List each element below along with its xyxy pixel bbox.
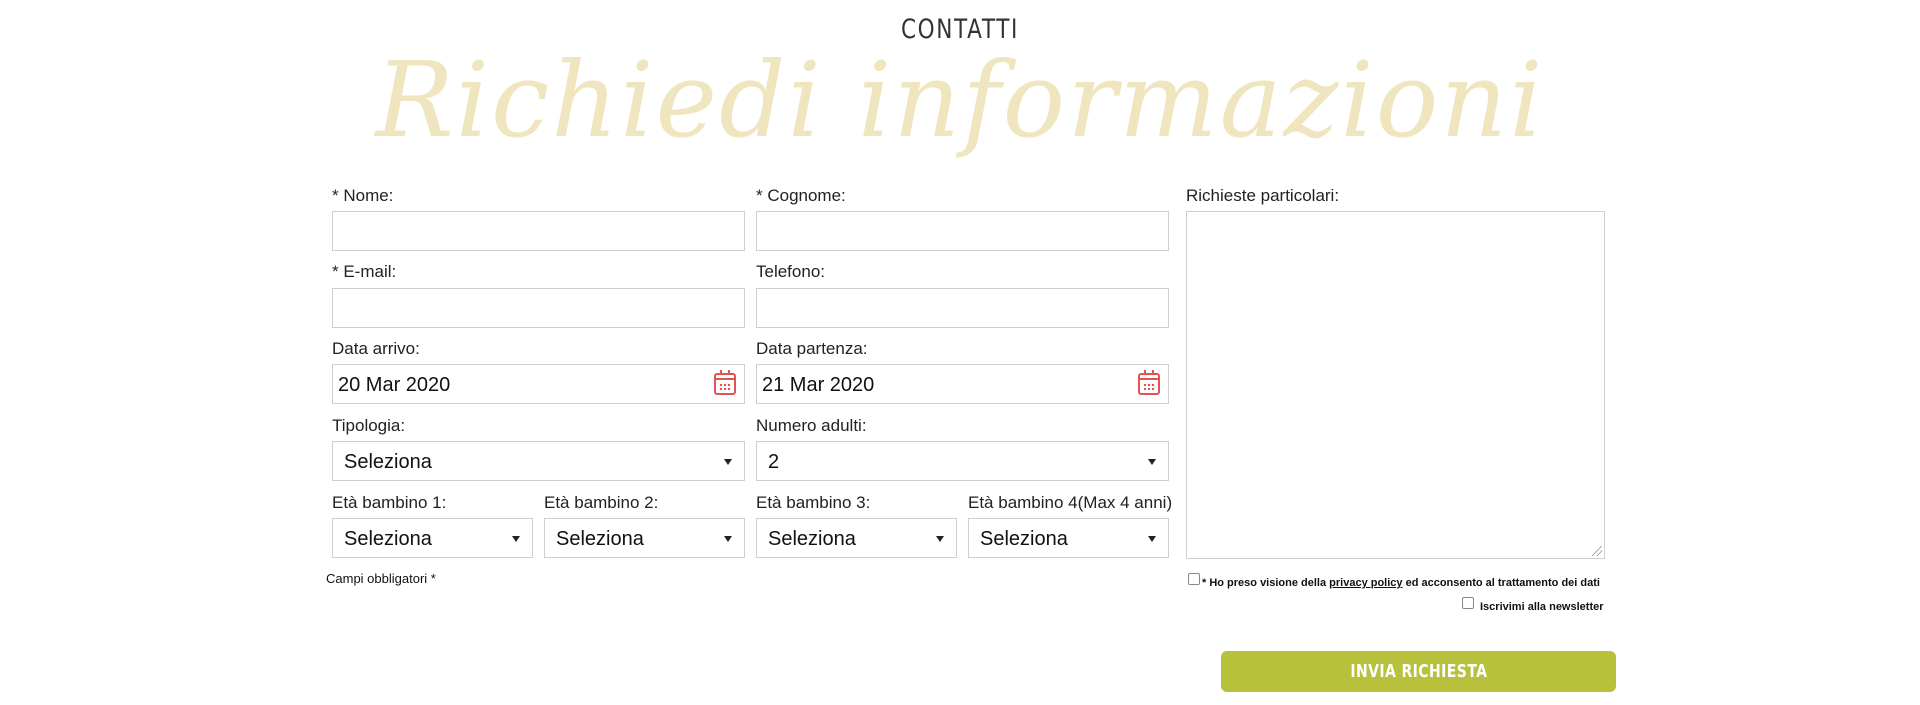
submit-button[interactable]: INVIA RICHIESTA bbox=[1221, 651, 1616, 692]
bambino4-select[interactable]: Seleziona bbox=[968, 518, 1169, 558]
data-partenza-label: Data partenza: bbox=[756, 339, 868, 358]
cognome-input[interactable] bbox=[756, 211, 1169, 251]
calendar-icon[interactable] bbox=[714, 370, 736, 395]
richieste-label: Richieste particolari: bbox=[1186, 186, 1340, 205]
bambino1-select[interactable]: Seleziona bbox=[332, 518, 533, 558]
tipologia-value: Seleziona bbox=[344, 451, 432, 473]
newsletter-checkbox[interactable] bbox=[1462, 597, 1474, 609]
tipologia-select[interactable]: Seleziona bbox=[332, 441, 745, 481]
bambino2-select[interactable]: Seleziona bbox=[544, 518, 745, 558]
numero-adulti-value: 2 bbox=[768, 451, 780, 473]
bambino4-label: Età bambino 4(Max 4 anni) bbox=[968, 493, 1173, 512]
privacy-suffix: ed acconsento al trattamento dei dati bbox=[1402, 577, 1600, 589]
chevron-down-icon bbox=[724, 536, 732, 542]
chevron-down-icon bbox=[512, 536, 520, 542]
telefono-input[interactable] bbox=[756, 288, 1169, 328]
numero-adulti-select[interactable]: 2 bbox=[756, 441, 1169, 481]
resize-handle-icon[interactable] bbox=[1592, 546, 1602, 556]
chevron-down-icon bbox=[724, 459, 732, 465]
privacy-prefix: * Ho preso visione della bbox=[1202, 577, 1330, 589]
bambino1-value: Seleziona bbox=[344, 528, 432, 550]
chevron-down-icon bbox=[1148, 459, 1156, 465]
page-title: Richiedi informazioni bbox=[375, 39, 1545, 161]
privacy-checkbox[interactable] bbox=[1188, 573, 1200, 585]
privacy-policy-link[interactable]: privacy policy bbox=[1329, 577, 1402, 589]
newsletter-label: Iscrivimi alla newsletter bbox=[1480, 601, 1604, 613]
bambino3-value: Seleziona bbox=[768, 528, 856, 550]
submit-label: INVIA RICHIESTA bbox=[1349, 661, 1488, 682]
chevron-down-icon bbox=[1148, 536, 1156, 542]
calendar-icon[interactable] bbox=[1138, 370, 1160, 395]
bambino2-value: Seleziona bbox=[556, 528, 644, 550]
tipologia-label: Tipologia: bbox=[332, 416, 406, 435]
richieste-textarea[interactable] bbox=[1186, 211, 1605, 559]
bambino3-label: Età bambino 3: bbox=[756, 493, 871, 512]
data-partenza-value: 21 Mar 2020 bbox=[762, 374, 875, 396]
nome-label: * Nome: bbox=[332, 186, 394, 205]
email-input[interactable] bbox=[332, 288, 745, 328]
data-partenza-input[interactable]: 21 Mar 2020 bbox=[756, 364, 1169, 404]
data-arrivo-input[interactable]: 20 Mar 2020 bbox=[332, 364, 745, 404]
nome-input[interactable] bbox=[332, 211, 745, 251]
chevron-down-icon bbox=[936, 536, 944, 542]
data-arrivo-value: 20 Mar 2020 bbox=[338, 374, 451, 396]
bambino4-value: Seleziona bbox=[980, 528, 1068, 550]
data-arrivo-label: Data arrivo: bbox=[332, 339, 420, 358]
cognome-label: * Cognome: bbox=[756, 186, 846, 205]
telefono-label: Telefono: bbox=[756, 262, 825, 281]
bambino3-select[interactable]: Seleziona bbox=[756, 518, 957, 558]
required-note: Campi obbligatori * bbox=[326, 571, 436, 586]
numero-adulti-label: Numero adulti: bbox=[756, 416, 867, 435]
privacy-consent-text: * Ho preso visione della privacy policy … bbox=[1202, 577, 1600, 589]
bambino2-label: Età bambino 2: bbox=[544, 493, 659, 512]
bambino1-label: Età bambino 1: bbox=[332, 493, 447, 512]
email-label: * E-mail: bbox=[332, 262, 397, 281]
